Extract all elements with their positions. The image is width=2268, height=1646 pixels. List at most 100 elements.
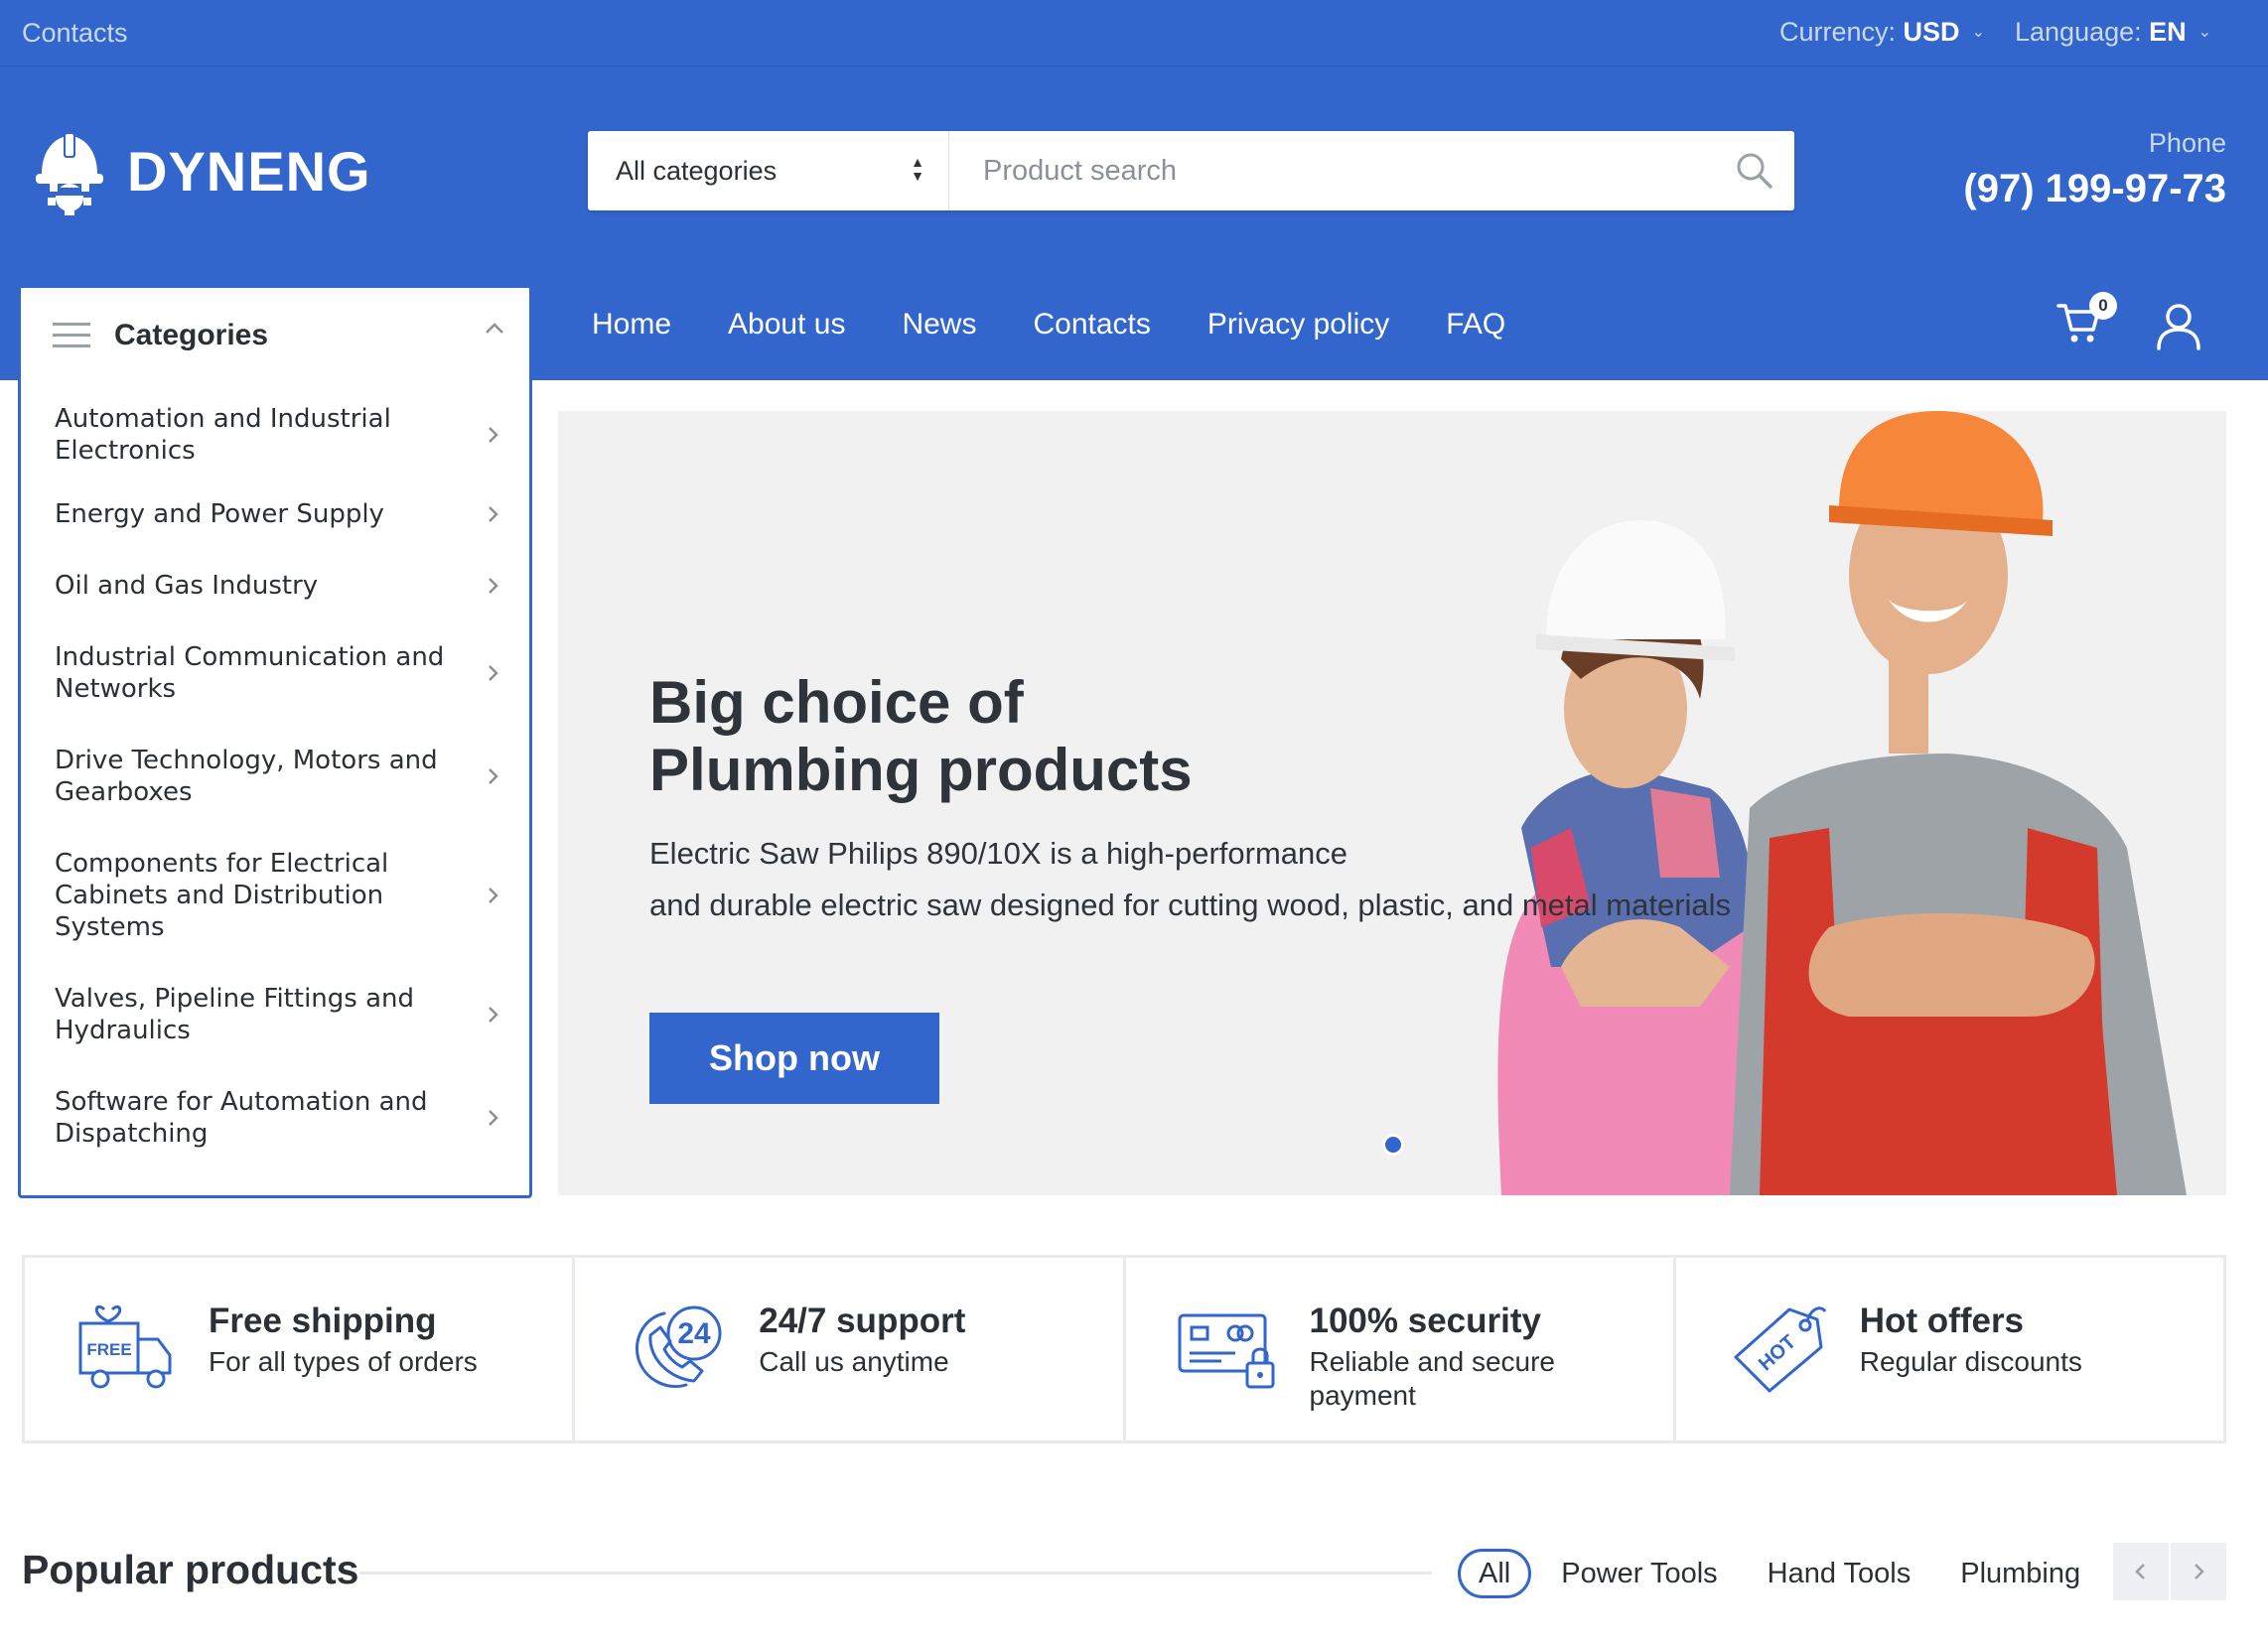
free-badge-text: FREE (86, 1340, 131, 1359)
sort-arrows-icon: ▲ ▼ (911, 154, 924, 184)
hero-description: Electric Saw Philips 890/10X is a high-p… (649, 836, 1732, 922)
chevron-left-icon (2135, 1564, 2145, 1579)
hot-tag-icon: HOT (1734, 1306, 1826, 1393)
tab-all[interactable]: All (1458, 1549, 1532, 1598)
category-list: Automation and Industrial Electronics En… (21, 383, 529, 1169)
category-item-drive-technology[interactable]: Drive Technology, Motors and Gearboxes (21, 725, 529, 828)
category-item-software[interactable]: Software for Automation and Dispatching (21, 1066, 529, 1169)
search-input[interactable] (949, 131, 1715, 210)
categories-title: Categories (114, 319, 269, 351)
categories-panel: Categories Automation and Industrial Ele… (18, 285, 532, 1198)
tab-power-tools[interactable]: Power Tools (1561, 1549, 1717, 1598)
hero-banner: Big choice of Plumbing products Electric… (558, 411, 2226, 1195)
shop-now-button[interactable]: Shop now (649, 1013, 939, 1104)
category-item-oil-gas[interactable]: Oil and Gas Industry (21, 550, 529, 621)
top-contacts-link[interactable]: Contacts (22, 18, 128, 49)
currency-selector[interactable]: Currency: USD ⌄ (1779, 17, 1985, 48)
main-nav: Home About us News Contacts Privacy poli… (592, 308, 1562, 342)
phone-block: Phone (97) 199-97-73 (1963, 128, 2226, 211)
nav-news[interactable]: News (902, 308, 976, 342)
language-selector[interactable]: Language: EN ⌄ (2015, 17, 2211, 48)
chevron-right-icon (489, 427, 498, 443)
category-select-value: All categories (616, 155, 778, 186)
category-label: Automation and Industrial Electronics (55, 404, 391, 466)
currency-label: Currency: (1779, 17, 1897, 47)
support-24-phone-icon: 24 (636, 1305, 722, 1388)
search-bar: All categories ▲ ▼ (588, 131, 1794, 210)
categories-header[interactable]: Categories (21, 288, 529, 383)
category-select[interactable]: All categories ▲ ▼ (588, 131, 949, 210)
category-label: Oil and Gas Industry (55, 571, 319, 601)
product-tabs: All Power Tools Hand Tools Plumbing (1458, 1549, 2130, 1598)
chevron-right-icon (489, 665, 498, 681)
search-button[interactable] (1715, 131, 1794, 210)
chevron-right-icon (489, 1007, 498, 1023)
category-item-valves[interactable]: Valves, Pipeline Fittings and Hydraulics (21, 963, 529, 1066)
nav-home[interactable]: Home (592, 308, 671, 342)
section-divider (359, 1572, 1432, 1575)
cart-count-badge: 0 (2089, 292, 2117, 320)
feature-hot-offers: HOT Hot offers Regular discounts (1676, 1258, 2223, 1440)
category-item-communication[interactable]: Industrial Communication and Networks (21, 621, 529, 725)
chevron-down-icon: ⌄ (2197, 24, 2212, 41)
next-button[interactable] (2171, 1543, 2226, 1600)
top-bar: Contacts Currency: USD ⌄ Language: EN ⌄ (0, 0, 2268, 67)
feature-subtitle: Regular discounts (1859, 1346, 2082, 1377)
construction-workers-image (1497, 411, 2187, 1195)
category-item-electrical-cabinets[interactable]: Components for Electrical Cabinets and D… (21, 828, 529, 963)
feature-title: 24/7 support (759, 1302, 966, 1340)
phone-label: Phone (2148, 128, 2226, 158)
chevron-right-icon (2195, 1564, 2204, 1579)
category-item-energy[interactable]: Energy and Power Supply (21, 479, 529, 550)
chevron-up-icon (486, 323, 503, 334)
menu-icon (53, 323, 90, 347)
search-icon (1737, 153, 1772, 189)
chevron-down-icon: ⌄ (1971, 24, 1985, 41)
prev-button[interactable] (2113, 1543, 2169, 1600)
account-button[interactable] (2155, 302, 2202, 351)
feature-subtitle: For all types of orders (209, 1346, 478, 1377)
feature-subtitle: Call us anytime (759, 1346, 949, 1377)
chevron-right-icon (489, 578, 498, 594)
category-label: Energy and Power Supply (55, 499, 384, 529)
support-badge-text: 24 (678, 1317, 712, 1350)
brand-name: DYNENG (127, 139, 371, 203)
nav-contacts[interactable]: Contacts (1033, 308, 1150, 342)
feature-subtitle: Reliable and secure payment (1309, 1346, 1556, 1411)
features-bar: FREE Free shipping For all types of orde… (22, 1255, 2226, 1443)
tab-plumbing[interactable]: Plumbing (1960, 1549, 2080, 1598)
category-label: Components for Electrical Cabinets and D… (55, 849, 389, 942)
nav-faq[interactable]: FAQ (1446, 308, 1505, 342)
hot-badge-text: HOT (1755, 1331, 1800, 1376)
feature-title: Hot offers (1859, 1302, 2025, 1340)
category-item-automation[interactable]: Automation and Industrial Electronics (21, 391, 529, 479)
currency-value: USD (1903, 17, 1960, 47)
chevron-right-icon (489, 768, 498, 784)
helmet-gear-logo-icon (36, 132, 103, 215)
category-label: Valves, Pipeline Fittings and Hydraulics (55, 984, 415, 1045)
feature-title: 100% security (1309, 1302, 1541, 1340)
user-icon (2157, 304, 2200, 350)
feature-title: Free shipping (209, 1302, 437, 1340)
nav-about-us[interactable]: About us (728, 308, 845, 342)
cart-button[interactable]: 0 (2055, 292, 2117, 351)
phone-number[interactable]: (97) 199-97-73 (1963, 167, 2226, 211)
language-label: Language: (2015, 17, 2142, 47)
category-label: Drive Technology, Motors and Gearboxes (55, 746, 438, 807)
free-delivery-truck-icon: FREE (78, 1304, 172, 1389)
language-value: EN (2149, 17, 2187, 47)
slider-dot-active[interactable] (1382, 1134, 1404, 1156)
category-label: Industrial Communication and Networks (55, 642, 445, 704)
feature-free-shipping: FREE Free shipping For all types of orde… (25, 1258, 576, 1440)
logo[interactable]: DYNENG (34, 126, 371, 215)
tab-hand-tools[interactable]: Hand Tools (1768, 1549, 1912, 1598)
secure-payment-card-icon (1178, 1313, 1274, 1389)
popular-products-title: Popular products (22, 1547, 359, 1592)
chevron-right-icon (489, 888, 498, 903)
chevron-right-icon (489, 506, 498, 522)
nav-privacy-policy[interactable]: Privacy policy (1207, 308, 1389, 342)
category-label: Software for Automation and Dispatching (55, 1087, 428, 1149)
feature-security: 100% security Reliable and secure paymen… (1126, 1258, 1676, 1440)
chevron-right-icon (489, 1110, 498, 1126)
feature-support: 24 24/7 support Call us anytime (575, 1258, 1126, 1440)
